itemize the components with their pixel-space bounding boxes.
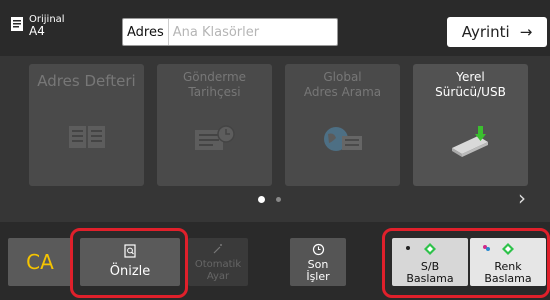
page-indicator — [258, 196, 281, 203]
highlight-preview — [70, 228, 188, 298]
tile-label: Adres Defteri — [37, 72, 136, 90]
original-size-value: A4 — [29, 24, 45, 38]
auto-set-button[interactable]: Otomatik Ayar — [188, 238, 248, 286]
tile-address-book[interactable]: Adres Defteri — [29, 64, 144, 186]
original-size-indicator[interactable]: Orijinal A4 — [10, 14, 65, 38]
address-input[interactable]: Ana Klasörler — [169, 25, 259, 40]
arrow-right-icon: → — [519, 23, 533, 41]
page-dot-active — [258, 196, 265, 203]
bottom-bar: CA Önizle Otomatik Ayar Son İşler S/B Ba… — [0, 222, 550, 300]
recent-jobs-button[interactable]: Son İşler — [290, 238, 346, 286]
destination-panel: Adres Defteri Gönderme Tarihçesi Global … — [0, 56, 550, 222]
chevron-right-icon[interactable]: › — [518, 186, 526, 210]
top-bar: Orijinal A4 Adres Ana Klasörler Ayrinti … — [0, 0, 550, 56]
page-dot[interactable] — [276, 197, 281, 202]
tile-label: Gönderme Tarihçesi — [182, 70, 247, 99]
tile-label: Global Adres Arama — [303, 70, 382, 99]
detail-button[interactable]: Ayrinti → — [447, 17, 547, 47]
clear-all-button[interactable]: CA — [8, 238, 72, 286]
detail-label: Ayrinti — [461, 23, 510, 41]
tile-send-history[interactable]: Gönderme Tarihçesi — [157, 64, 272, 186]
tile-local-drive-usb[interactable]: Yerel Sürücü/USB — [413, 64, 528, 186]
highlight-start-buttons — [382, 228, 550, 298]
tile-global-address-search[interactable]: Global Adres Arama — [285, 64, 400, 186]
document-icon — [11, 17, 23, 31]
address-label: Adres — [123, 19, 169, 45]
history-icon — [194, 125, 235, 150]
usb-drive-icon — [451, 126, 488, 157]
global-address-icon — [323, 127, 362, 151]
history-clock-icon — [312, 243, 324, 256]
clear-all-label: CA — [26, 250, 54, 274]
address-book-icon — [68, 126, 105, 148]
recent-jobs-label: Son İşler — [306, 258, 330, 283]
address-field[interactable]: Adres Ana Klasörler — [122, 18, 338, 46]
tile-label: Yerel Sürücü/USB — [435, 70, 506, 99]
auto-wand-icon — [213, 244, 222, 254]
auto-set-label: Otomatik Ayar — [194, 259, 242, 282]
